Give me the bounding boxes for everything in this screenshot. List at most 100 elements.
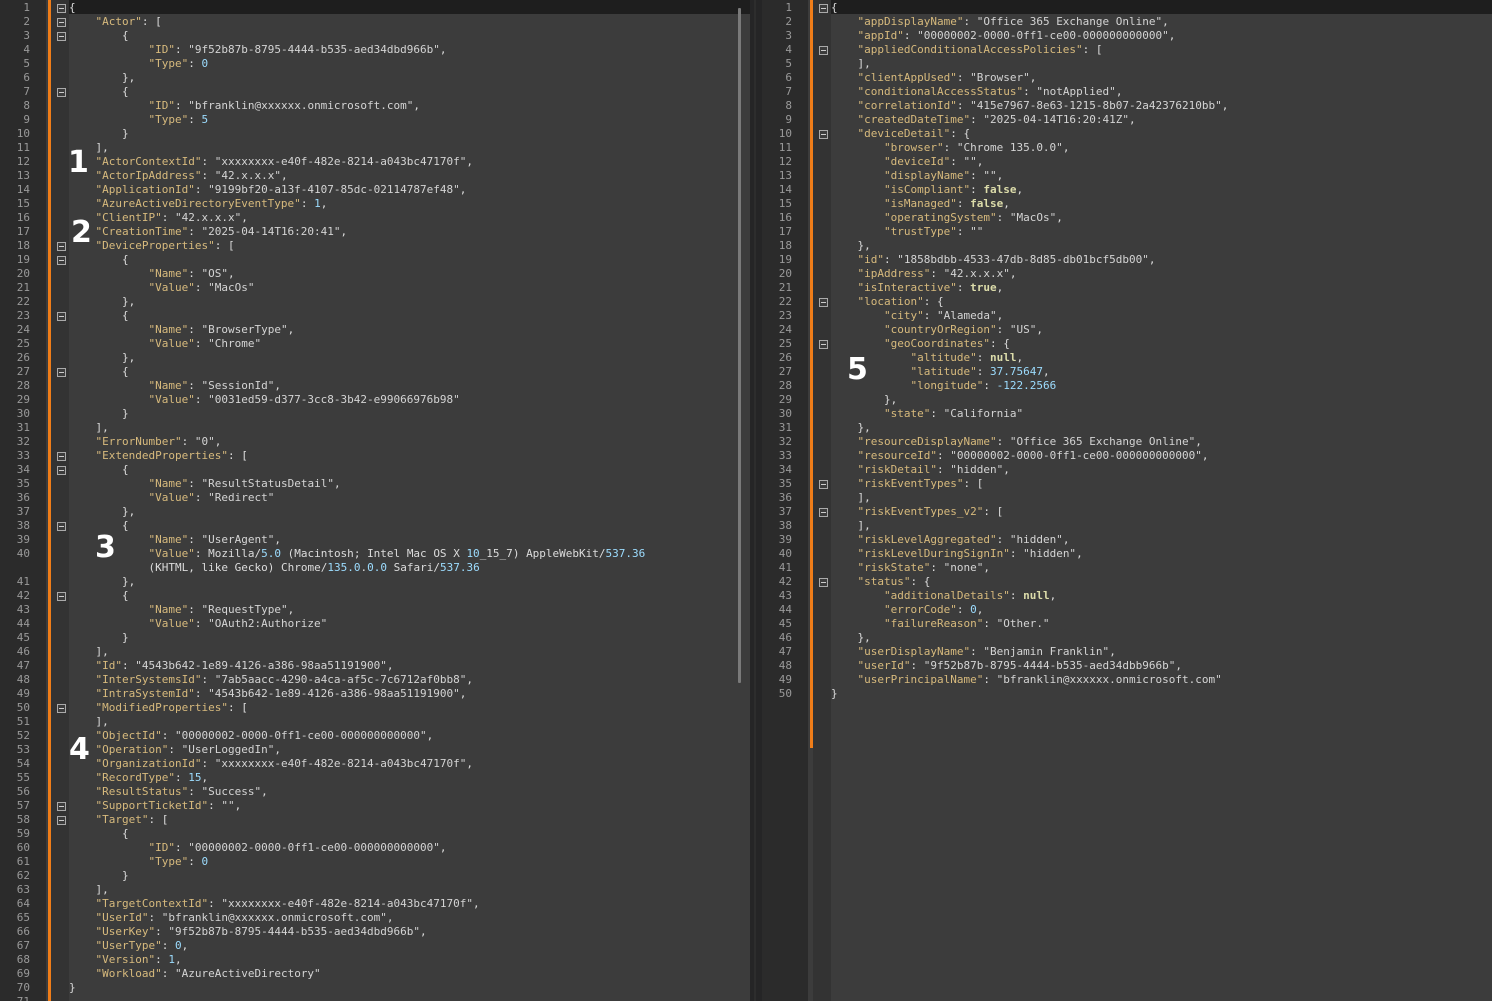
code-line[interactable]: 45 "failureReason": "Other." <box>762 617 1492 631</box>
code-line[interactable]: 32 "ErrorNumber": "0", <box>0 435 750 449</box>
code-line[interactable]: 37 "riskEventTypes_v2": [ <box>762 505 1492 519</box>
code-line[interactable]: 71 <box>0 995 750 1001</box>
code-line[interactable]: 6 }, <box>0 71 750 85</box>
code-line[interactable]: 10 } <box>0 127 750 141</box>
code-line[interactable]: 67 "UserType": 0, <box>0 939 750 953</box>
code-line[interactable]: 35 "Name": "ResultStatusDetail", <box>0 477 750 491</box>
code-line[interactable]: 1{ <box>0 1 750 15</box>
code-line[interactable]: 51 ], <box>0 715 750 729</box>
code-line[interactable]: 55 "RecordType": 15, <box>0 771 750 785</box>
code-line[interactable]: 5 ], <box>762 57 1492 71</box>
code-line[interactable]: 50 "ModifiedProperties": [ <box>0 701 750 715</box>
code-line[interactable]: 22 }, <box>0 295 750 309</box>
code-line[interactable]: 12 "deviceId": "", <box>762 155 1492 169</box>
code-line[interactable]: 52 "ObjectId": "00000002-0000-0ff1-ce00-… <box>0 729 750 743</box>
code-line[interactable]: 11 ], <box>0 141 750 155</box>
code-line[interactable]: 24 "Name": "BrowserType", <box>0 323 750 337</box>
code-line[interactable]: 70} <box>0 981 750 995</box>
code-line[interactable]: 27 "latitude": 37.75647, <box>762 365 1492 379</box>
code-line[interactable]: 26 "altitude": null, <box>762 351 1492 365</box>
vertical-scrollbar[interactable] <box>738 8 741 683</box>
fold-toggle-icon[interactable] <box>57 704 66 713</box>
code-line[interactable]: 46 }, <box>762 631 1492 645</box>
code-line[interactable]: 7 { <box>0 85 750 99</box>
code-line[interactable]: 34 { <box>0 463 750 477</box>
code-line[interactable]: 47 "Id": "4543b642-1e89-4126-a386-98aa51… <box>0 659 750 673</box>
code-line[interactable]: 17 "trustType": "" <box>762 225 1492 239</box>
fold-toggle-icon[interactable] <box>819 130 828 139</box>
code-line[interactable]: 29 "Value": "0031ed59-d377-3cc8-3b42-e99… <box>0 393 750 407</box>
code-line[interactable]: 16 "operatingSystem": "MacOs", <box>762 211 1492 225</box>
code-line[interactable]: 10 "deviceDetail": { <box>762 127 1492 141</box>
code-line[interactable]: 57 "SupportTicketId": "", <box>0 799 750 813</box>
code-line[interactable]: 62 } <box>0 869 750 883</box>
code-line[interactable]: 21 "isInteractive": true, <box>762 281 1492 295</box>
code-line[interactable]: 2 "Actor": [ <box>0 15 750 29</box>
code-line[interactable]: 33 "ExtendedProperties": [ <box>0 449 750 463</box>
code-line[interactable]: 39 "riskLevelAggregated": "hidden", <box>762 533 1492 547</box>
code-line[interactable]: 46 ], <box>0 645 750 659</box>
code-line[interactable]: 13 "ActorIpAddress": "42.x.x.x", <box>0 169 750 183</box>
code-line[interactable]: 2 "appDisplayName": "Office 365 Exchange… <box>762 15 1492 29</box>
code-line[interactable]: 11 "browser": "Chrome 135.0.0", <box>762 141 1492 155</box>
code-line[interactable]: 38 ], <box>762 519 1492 533</box>
code-line[interactable]: 13 "displayName": "", <box>762 169 1492 183</box>
fold-toggle-icon[interactable] <box>57 466 66 475</box>
code-line[interactable]: 6 "clientAppUsed": "Browser", <box>762 71 1492 85</box>
code-line[interactable]: 36 ], <box>762 491 1492 505</box>
fold-toggle-icon[interactable] <box>819 480 828 489</box>
code-line[interactable]: 31 ], <box>0 421 750 435</box>
code-line[interactable]: 41 "riskState": "none", <box>762 561 1492 575</box>
code-line[interactable]: 66 "UserKey": "9f52b87b-8795-4444-b535-a… <box>0 925 750 939</box>
fold-toggle-icon[interactable] <box>57 32 66 41</box>
code-line[interactable]: 69 "Workload": "AzureActiveDirectory" <box>0 967 750 981</box>
fold-toggle-icon[interactable] <box>819 4 828 13</box>
code-line[interactable]: 4 "ID": "9f52b87b-8795-4444-b535-aed34db… <box>0 43 750 57</box>
code-line[interactable]: 34 "riskDetail": "hidden", <box>762 463 1492 477</box>
code-line[interactable]: 43 "Name": "RequestType", <box>0 603 750 617</box>
code-line[interactable]: 30 "state": "California" <box>762 407 1492 421</box>
code-line[interactable]: 3 "appId": "00000002-0000-0ff1-ce00-0000… <box>762 29 1492 43</box>
code-line[interactable]: 1{ <box>762 1 1492 15</box>
code-line[interactable]: 31 }, <box>762 421 1492 435</box>
fold-toggle-icon[interactable] <box>819 46 828 55</box>
code-line[interactable]: 29 }, <box>762 393 1492 407</box>
fold-toggle-icon[interactable] <box>57 802 66 811</box>
code-line[interactable]: 20 "Name": "OS", <box>0 267 750 281</box>
code-line[interactable]: 15 "AzureActiveDirectoryEventType": 1, <box>0 197 750 211</box>
splitter-grip[interactable] <box>754 0 756 1001</box>
code-line[interactable]: 9 "createdDateTime": "2025-04-14T16:20:4… <box>762 113 1492 127</box>
code-line[interactable]: 36 "Value": "Redirect" <box>0 491 750 505</box>
code-line[interactable]: 42 "status": { <box>762 575 1492 589</box>
fold-toggle-icon[interactable] <box>819 340 828 349</box>
code-line[interactable]: 59 { <box>0 827 750 841</box>
code-line[interactable]: 60 "ID": "00000002-0000-0ff1-ce00-000000… <box>0 841 750 855</box>
code-line[interactable]: 48 "InterSystemsId": "7ab5aacc-4290-a4ca… <box>0 673 750 687</box>
code-line[interactable]: 37 }, <box>0 505 750 519</box>
fold-toggle-icon[interactable] <box>57 592 66 601</box>
fold-toggle-icon[interactable] <box>57 312 66 321</box>
pane-splitter[interactable] <box>750 0 762 1001</box>
code-line[interactable]: 4 "appliedConditionalAccessPolicies": [ <box>762 43 1492 57</box>
code-line[interactable]: 41 }, <box>0 575 750 589</box>
code-line[interactable]: 19 "id": "1858bdbb-4533-47db-8d85-db01bc… <box>762 253 1492 267</box>
code-line[interactable]: 49 "userPrincipalName": "bfranklin@xxxxx… <box>762 673 1492 687</box>
code-line[interactable]: 68 "Version": 1, <box>0 953 750 967</box>
code-line[interactable]: 48 "userId": "9f52b87b-8795-4444-b535-ae… <box>762 659 1492 673</box>
code-line[interactable]: 18 "DeviceProperties": [ <box>0 239 750 253</box>
fold-toggle-icon[interactable] <box>57 522 66 531</box>
code-line[interactable]: 8 "ID": "bfranklin@xxxxxx.onmicrosoft.co… <box>0 99 750 113</box>
fold-toggle-icon[interactable] <box>57 256 66 265</box>
code-line[interactable]: 23 { <box>0 309 750 323</box>
editor-pane-right[interactable]: 1{2 "appDisplayName": "Office 365 Exchan… <box>762 0 1492 1001</box>
code-line[interactable]: 25 "geoCoordinates": { <box>762 337 1492 351</box>
code-line[interactable]: 53 "Operation": "UserLoggedIn", <box>0 743 750 757</box>
code-line[interactable]: 28 "Name": "SessionId", <box>0 379 750 393</box>
code-line[interactable]: 33 "resourceId": "00000002-0000-0ff1-ce0… <box>762 449 1492 463</box>
fold-toggle-icon[interactable] <box>57 368 66 377</box>
code-line[interactable]: 17 "CreationTime": "2025-04-14T16:20:41"… <box>0 225 750 239</box>
fold-toggle-icon[interactable] <box>57 816 66 825</box>
fold-toggle-icon[interactable] <box>57 452 66 461</box>
code-line[interactable]: 3 { <box>0 29 750 43</box>
code-line[interactable]: 19 { <box>0 253 750 267</box>
